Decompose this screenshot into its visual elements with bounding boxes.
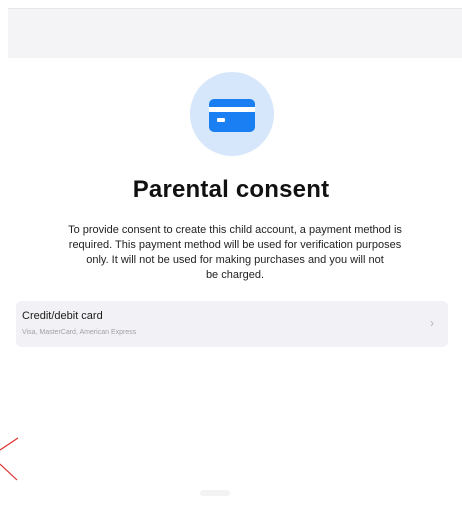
description-line: To provide consent to create this child …	[68, 224, 402, 236]
page-title: Parental consent	[132, 176, 330, 203]
red-annotation-mark	[0, 437, 19, 481]
consent-description: To provide consent to create this child …	[28, 223, 442, 283]
home-indicator	[200, 490, 230, 496]
consent-page: Parental consent To provide consent to c…	[0, 0, 462, 509]
description-line: be charged.	[205, 269, 265, 281]
top-bar	[8, 8, 462, 59]
option-title: Credit/debit card	[22, 310, 103, 322]
chevron-right-icon: ›	[430, 316, 434, 330]
credit-debit-card-option[interactable]: Credit/debit card Visa, MasterCard, Amer…	[16, 301, 448, 347]
red-stroke-lower	[0, 463, 18, 481]
description-line: required. This payment method will be us…	[68, 239, 402, 251]
card-chip	[217, 118, 225, 122]
credit-card-icon	[209, 99, 255, 132]
description-line: only. It will not be used for making pur…	[86, 254, 384, 266]
red-stroke-upper	[0, 437, 19, 451]
card-stripe	[209, 107, 255, 112]
option-subtitle: Visa, MasterCard, American Express	[22, 329, 137, 336]
